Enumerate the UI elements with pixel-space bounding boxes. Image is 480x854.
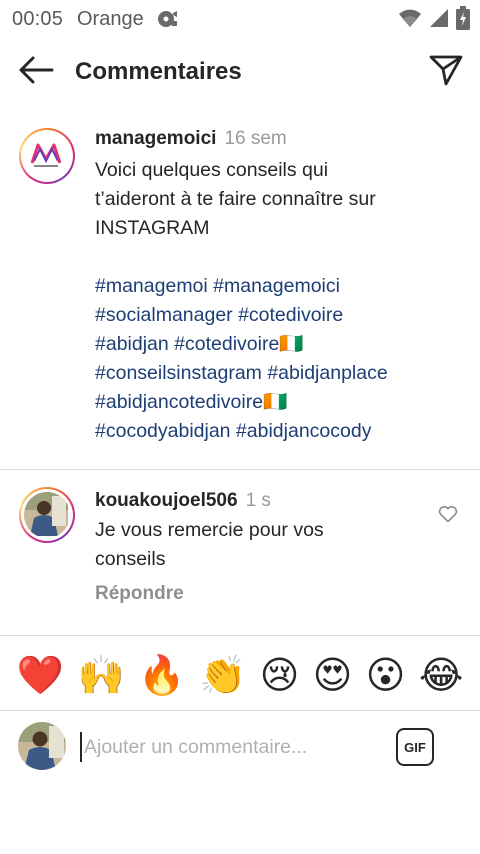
caption-line: t’aideront à te faire connaître sur (95, 188, 376, 210)
emoji-red-heart[interactable]: ❤️ (17, 653, 64, 697)
arrow-left-icon (18, 56, 54, 89)
divider (0, 710, 480, 711)
signal-icon (428, 7, 450, 34)
hashtag-line[interactable]: #conseilsinstagram #abidjanplace (95, 359, 455, 388)
heart-outline-icon[interactable] (438, 505, 458, 528)
paper-plane-icon (429, 54, 463, 91)
emoji-surprised-face[interactable]: 😮 (366, 653, 406, 697)
reply-button[interactable]: Répondre (95, 583, 184, 605)
emoji-bar: ❤️ 🙌 🔥 👏 😢 😍 😮 😂 (0, 648, 480, 702)
comment-username[interactable]: kouakoujoel506 (95, 490, 238, 511)
avatar[interactable] (19, 128, 75, 184)
gif-label: GIF (404, 739, 426, 755)
comment-composer: GIF (0, 712, 480, 784)
caption-username[interactable]: managemoici (95, 128, 216, 149)
caption-line: Voici quelques conseils qui (95, 159, 329, 181)
emoji-fire[interactable]: 🔥 (138, 653, 185, 697)
emoji-raising-hands[interactable]: 🙌 (77, 653, 124, 697)
comment-input[interactable] (80, 732, 380, 762)
header: Commentaires (0, 36, 480, 108)
back-button[interactable] (14, 54, 58, 90)
emoji-crying-face[interactable]: 😢 (260, 653, 300, 697)
emoji-heart-eyes[interactable]: 😍 (313, 653, 353, 697)
battery-charging-icon (456, 6, 470, 35)
media-notification-icon (157, 9, 179, 34)
divider (0, 469, 480, 470)
emoji-tears-of-joy[interactable]: 😂 (419, 653, 463, 697)
comment-line: conseils (95, 548, 166, 570)
hashtag-line[interactable]: #managemoi #managemoici (95, 272, 455, 301)
avatar[interactable] (19, 487, 75, 543)
share-button[interactable] (426, 52, 466, 92)
comment-text: Je vous remercie pour vos conseils (95, 516, 415, 574)
page-title: Commentaires (75, 58, 242, 85)
avatar (18, 722, 66, 770)
caption-line: INSTAGRAM (95, 217, 210, 239)
emoji-clapping-hands[interactable]: 👏 (199, 653, 246, 697)
status-bar: 00:05 Orange (0, 0, 480, 36)
caption-time: 16 sem (224, 128, 287, 149)
hashtag-line[interactable]: #socialmanager #cotedivoire (95, 301, 455, 330)
hashtag-line[interactable]: #abidjancotedivoire🇨🇮 (95, 388, 455, 417)
hashtag-line[interactable]: #cocodyabidjan #abidjancocody (95, 417, 455, 446)
status-time: 00:05 (12, 8, 64, 30)
gif-button[interactable]: GIF (396, 728, 434, 766)
wifi-icon (398, 8, 422, 33)
caption-text: Voici quelques conseils qui t’aideront à… (95, 156, 455, 446)
status-carrier: Orange (77, 8, 144, 30)
comment-line: Je vous remercie pour vos (95, 519, 324, 541)
user-photo (24, 492, 70, 538)
managemoici-logo (24, 133, 70, 179)
comment-time: 1 s (245, 490, 271, 511)
hashtag-line[interactable]: #abidjan #cotedivoire🇨🇮 (95, 330, 455, 359)
divider (0, 635, 480, 636)
